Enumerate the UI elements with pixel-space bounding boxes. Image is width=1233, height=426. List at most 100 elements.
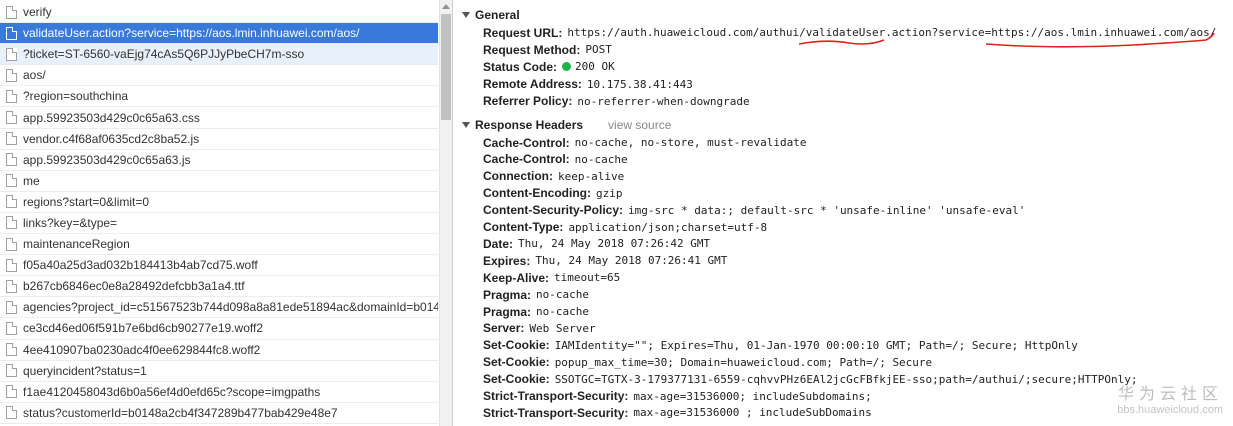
request-name: ?region=southchina — [23, 89, 129, 104]
request-name: agencies?project_id=c51567523b744d098a8a… — [23, 300, 438, 315]
header-key: Cache-Control: — [483, 152, 570, 167]
response-header-row: Keep-Alive: timeout=65 — [483, 269, 620, 286]
request-name: 4ee410907ba0230adc4f0ee629844fc8.woff2 — [23, 342, 261, 357]
file-icon — [6, 174, 17, 188]
header-key: Status Code: — [483, 59, 558, 74]
response-header-row: Set-Cookie: SSOTGC=TGTX-3-179377131-6559-… — [483, 371, 1137, 388]
response-header-row: Set-Cookie: IAMIdentity=""; Expires=Thu, … — [483, 337, 1078, 354]
request-name: f05a40a25d3ad032b184413b4ab7cd75.woff — [23, 258, 258, 273]
file-icon — [6, 343, 17, 357]
request-row[interactable]: app.59923503d429c0c65a63.css — [0, 107, 438, 129]
status-ok-dot-icon — [562, 62, 572, 72]
file-icon — [6, 132, 17, 146]
header-value: no-cache — [536, 288, 590, 302]
request-row[interactable]: vendor.c4f68af0635cd2c8ba52.js — [0, 129, 438, 150]
response-header-row: Pragma: no-cache — [483, 286, 589, 303]
collapse-triangle-icon[interactable] — [462, 12, 470, 18]
response-header-row: Expires: Thu, 24 May 2018 07:26:41 GMT — [483, 252, 727, 269]
header-key: Strict-Transport-Security: — [483, 405, 629, 420]
request-row[interactable]: f1ae4120458043d6b0a56ef4d0efd65c?scope=i… — [0, 382, 438, 403]
general-row: Status Code: 200 OK — [483, 58, 615, 75]
file-icon — [6, 89, 17, 103]
request-list-scrollbar[interactable] — [439, 0, 452, 426]
header-value: Thu, 24 May 2018 07:26:41 GMT — [535, 254, 728, 268]
response-headers-section-header[interactable]: Response Headers view source — [462, 118, 671, 132]
file-icon — [6, 47, 17, 61]
request-row[interactable]: b267cb6846ec0e8a28492defcbb3a1a4.ttf — [0, 276, 438, 298]
request-name: maintenanceRegion — [23, 237, 130, 252]
header-key: Remote Address: — [483, 77, 582, 92]
response-header-row: Date: Thu, 24 May 2018 07:26:42 GMT — [483, 235, 710, 252]
response-header-row: Strict-Transport-Security: max-age=315360… — [483, 404, 872, 421]
response-header-row: Content-Type: application/json;charset=ut… — [483, 219, 767, 236]
header-key: Content-Type: — [483, 220, 564, 234]
collapse-triangle-icon[interactable] — [462, 122, 470, 128]
header-value: application/json;charset=utf-8 — [568, 220, 768, 234]
header-key: Pragma: — [483, 287, 532, 302]
request-name: regions?start=0&limit=0 — [23, 194, 150, 209]
header-key: Content-Security-Policy: — [483, 203, 624, 218]
request-name: validateUser.action?service=https://aos.… — [23, 26, 360, 41]
header-value: no-referrer-when-downgrade — [577, 94, 750, 108]
file-icon — [6, 258, 17, 272]
request-name: ?ticket=ST-6560-vaEjg74cAs5Q6PJJyPbeCH7m… — [23, 47, 305, 62]
request-row[interactable]: ?region=southchina — [0, 86, 438, 108]
response-headers-title: Response Headers — [475, 118, 584, 132]
request-name: app.59923503d429c0c65a63.js — [23, 152, 191, 167]
file-icon — [6, 385, 17, 399]
header-value: max-age=31536000; includeSubdomains; — [633, 389, 872, 403]
scroll-up-arrow-icon[interactable] — [442, 4, 450, 9]
response-header-row: Server: Web Server — [483, 320, 596, 337]
request-row[interactable]: validateUser.action?service=https://aos.… — [0, 23, 438, 45]
header-value: Web Server — [529, 321, 596, 335]
header-key: Date: — [483, 236, 514, 251]
response-header-row: Cache-Control: no-cache — [483, 151, 628, 168]
request-row[interactable]: queryincident?status=1 — [0, 361, 438, 382]
header-value: timeout=65 — [554, 271, 621, 285]
request-row[interactable]: app.59923503d429c0c65a63.js — [0, 150, 438, 171]
general-row: Request URL: https://auth.huaweicloud.com… — [483, 24, 1216, 41]
general-row: Request Method: POST — [483, 41, 612, 58]
request-name: b267cb6846ec0e8a28492defcbb3a1a4.ttf — [23, 279, 245, 294]
header-key: Request Method: — [483, 42, 581, 57]
request-name: me — [23, 173, 40, 188]
general-section-header[interactable]: General — [462, 8, 520, 22]
headers-panel: General Request URL: https://auth.huaweic… — [454, 0, 1233, 426]
view-source-link[interactable]: view source — [608, 118, 671, 132]
response-header-row: Content-Security-Policy: img-src * data:;… — [483, 202, 1025, 219]
response-header-row: Set-Cookie: popup_max_time=30; Domain=hua… — [483, 354, 932, 371]
file-icon — [6, 406, 17, 420]
request-row[interactable]: status?customerId=b0148a2cb4f347289b477b… — [0, 403, 438, 424]
header-key: Server: — [483, 321, 525, 336]
request-row[interactable]: me — [0, 171, 438, 192]
request-row[interactable]: verify — [0, 2, 438, 24]
request-row[interactable]: aos/ — [0, 65, 438, 87]
request-name: ce3cd46ed06f591b7e6bd6cb90277e19.woff2 — [23, 321, 263, 336]
general-row: Referrer Policy: no-referrer-when-downgra… — [483, 93, 750, 110]
request-row[interactable]: agencies?project_id=c51567523b744d098a8a… — [0, 297, 438, 319]
file-icon — [6, 300, 17, 314]
file-icon — [6, 111, 17, 125]
request-row[interactable]: 4ee410907ba0230adc4f0ee629844fc8.woff2 — [0, 340, 438, 361]
header-key: Referrer Policy: — [483, 94, 573, 109]
request-row[interactable]: maintenanceRegion — [0, 234, 438, 256]
request-row[interactable]: ?ticket=ST-6560-vaEjg74cAs5Q6PJJyPbeCH7m… — [0, 44, 438, 66]
header-value: max-age=31536000 ; includeSubDomains — [633, 406, 872, 420]
header-key: Request URL: — [483, 25, 563, 40]
request-name: f1ae4120458043d6b0a56ef4d0efd65c?scope=i… — [23, 384, 321, 399]
header-key: Set-Cookie: — [483, 338, 550, 353]
request-row[interactable]: ce3cd46ed06f591b7e6bd6cb90277e19.woff2 — [0, 318, 438, 340]
request-row[interactable]: links?key=&type= — [0, 213, 438, 235]
header-value: 200 OK — [575, 60, 615, 74]
request-row[interactable]: f05a40a25d3ad032b184413b4ab7cd75.woff — [0, 255, 438, 277]
file-icon — [6, 68, 17, 82]
request-row[interactable]: regions?start=0&limit=0 — [0, 192, 438, 213]
file-icon — [6, 364, 17, 378]
header-key: Expires: — [483, 253, 531, 268]
header-key: Strict-Transport-Security: — [483, 389, 629, 403]
scroll-thumb[interactable] — [441, 14, 451, 120]
request-name: vendor.c4f68af0635cd2c8ba52.js — [23, 131, 200, 146]
file-icon — [6, 5, 17, 19]
response-header-row: Connection: keep-alive — [483, 168, 624, 185]
header-value: gzip — [595, 186, 623, 200]
